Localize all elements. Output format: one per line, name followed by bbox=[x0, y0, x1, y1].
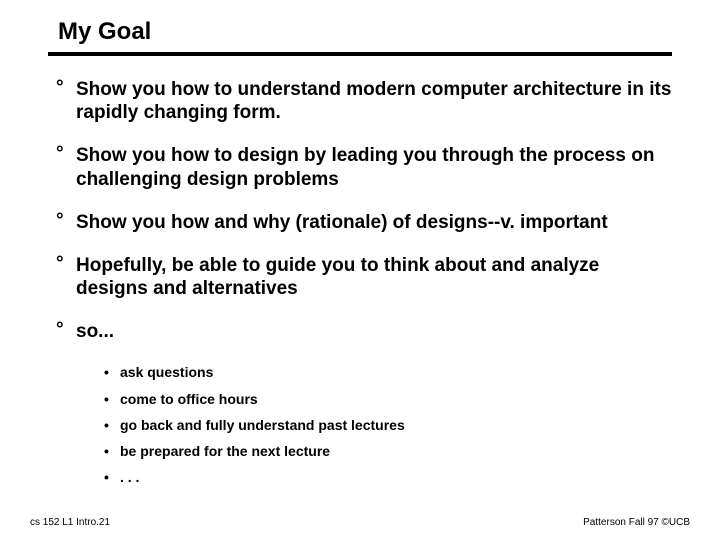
sub-bullet-item: be prepared for the next lecture bbox=[104, 442, 672, 460]
bullet-item: Show you how to understand modern comput… bbox=[56, 78, 672, 124]
footer-left: cs 152 L1 Intro.21 bbox=[30, 517, 110, 528]
bullet-item: Show you how and why (rationale) of desi… bbox=[56, 211, 672, 234]
footer-right: Patterson Fall 97 ©UCB bbox=[583, 517, 690, 528]
slide: My Goal Show you how to understand moder… bbox=[0, 0, 720, 540]
slide-title: My Goal bbox=[48, 18, 672, 56]
sub-bullet-item: go back and fully understand past lectur… bbox=[104, 416, 672, 434]
sub-bullet-item: come to office hours bbox=[104, 390, 672, 408]
sub-bullet-item: . . . bbox=[104, 468, 672, 486]
sub-bullet-list: ask questions come to office hours go ba… bbox=[48, 363, 672, 486]
sub-bullet-item: ask questions bbox=[104, 363, 672, 381]
bullet-item: Hopefully, be able to guide you to think… bbox=[56, 254, 672, 300]
main-bullet-list: Show you how to understand modern comput… bbox=[48, 78, 672, 343]
bullet-item: Show you how to design by leading you th… bbox=[56, 144, 672, 190]
bullet-item: so... bbox=[56, 320, 672, 343]
